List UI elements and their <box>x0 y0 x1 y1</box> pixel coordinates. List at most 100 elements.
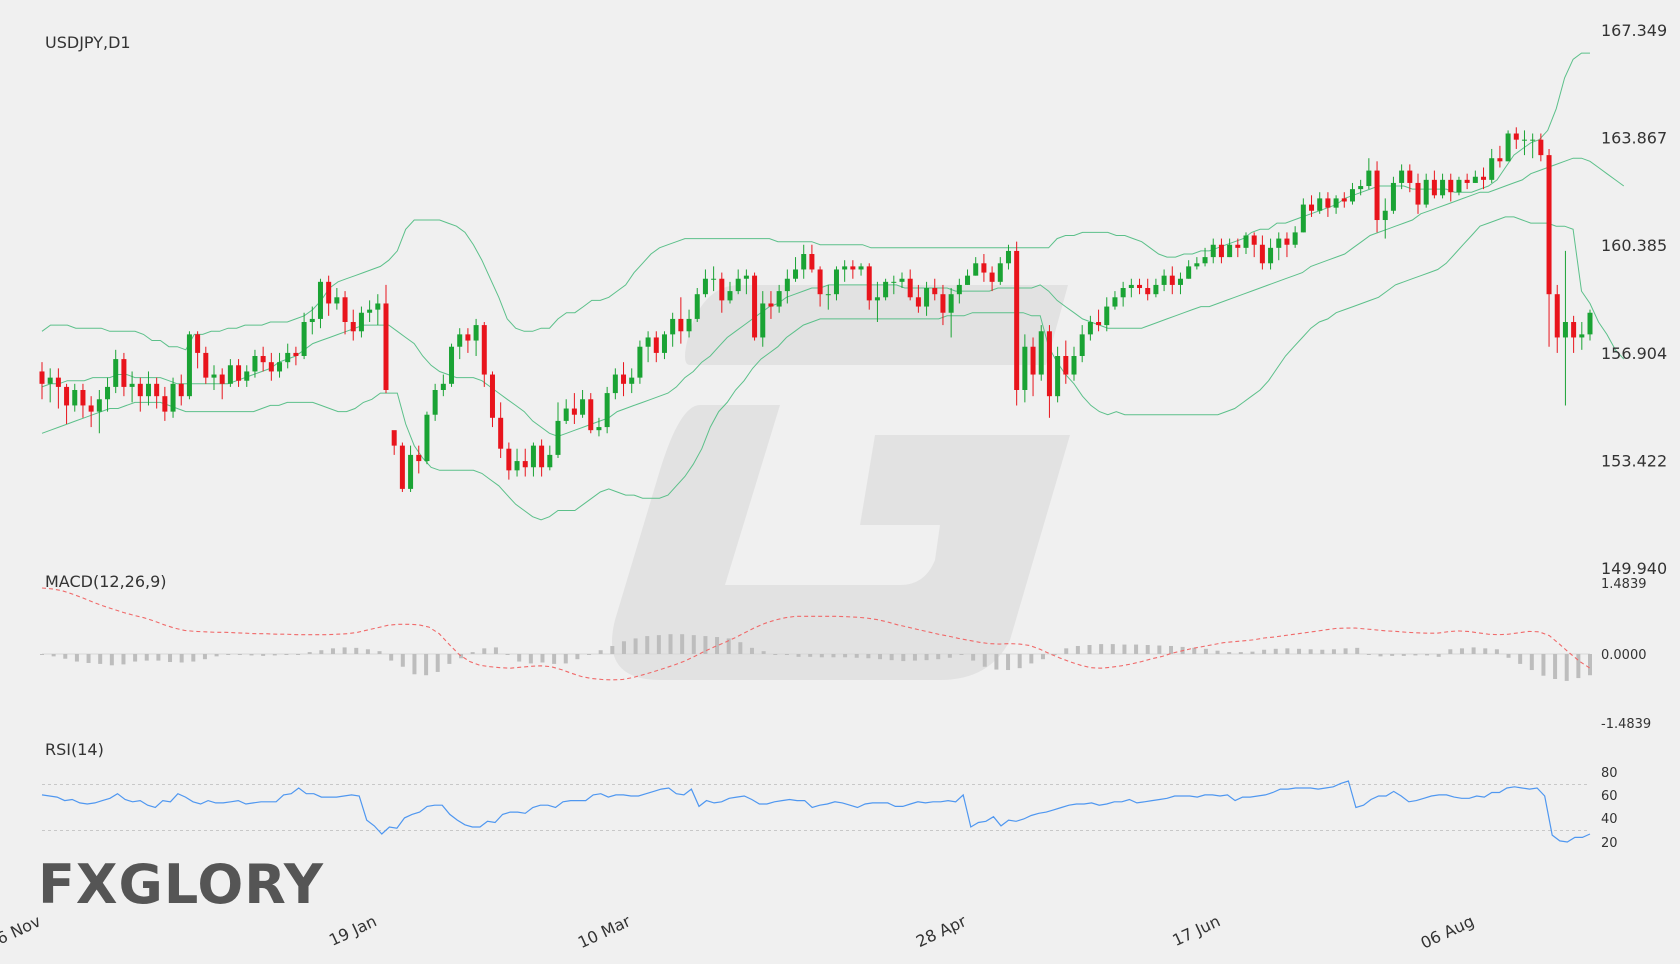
price-y-tick-label: 156.904 <box>1601 344 1667 363</box>
x-axis-date-label: 17 Jun <box>1169 911 1223 950</box>
candle-body <box>530 445 536 468</box>
candle-body <box>645 337 651 347</box>
macd-histogram-bar <box>272 654 277 656</box>
candle-body <box>236 365 242 381</box>
candle-body <box>64 386 70 406</box>
candle <box>1464 173 1470 190</box>
candle <box>637 340 643 384</box>
candle <box>1079 325 1085 363</box>
candle-body <box>653 337 659 353</box>
candle-body <box>768 303 774 307</box>
candle-body <box>940 294 946 313</box>
candle <box>465 328 471 353</box>
macd-histogram-bar <box>1075 645 1080 654</box>
candle-body <box>1210 244 1216 258</box>
candle <box>1333 195 1339 214</box>
macd-histogram-bar <box>668 634 673 654</box>
macd-histogram-bar <box>63 654 68 659</box>
candle-body <box>580 399 586 415</box>
price-y-tick-label: 160.385 <box>1601 236 1667 255</box>
macd-histogram-bar <box>98 654 103 664</box>
candle-body <box>1145 288 1151 295</box>
candle-body <box>1317 198 1323 211</box>
candle-body <box>997 263 1003 282</box>
rsi-y-tick-label: 20 <box>1601 836 1618 851</box>
candle <box>227 359 233 387</box>
candle <box>399 442 405 492</box>
candle-body <box>514 461 520 471</box>
candle <box>293 346 299 366</box>
candle-body <box>416 454 422 462</box>
x-axis-date-label: 26 Nov <box>0 911 44 952</box>
candle <box>236 359 242 387</box>
candle-body <box>1284 238 1290 245</box>
candle-body <box>965 275 971 285</box>
candle <box>506 442 512 480</box>
candle <box>711 266 717 292</box>
macd-histogram-bar <box>1425 654 1430 656</box>
candle-body <box>752 275 758 338</box>
candle <box>1317 192 1323 214</box>
macd-histogram-bar <box>1588 654 1592 676</box>
macd-histogram-bar <box>819 654 824 658</box>
candle-body <box>203 352 209 378</box>
candle <box>571 393 577 424</box>
candle <box>1390 176 1396 214</box>
macd-histogram-bar <box>319 650 324 654</box>
x-axis-date-label: 19 Jan <box>326 911 379 949</box>
candle-body <box>1161 275 1167 285</box>
candle <box>1161 269 1167 292</box>
candle-body <box>825 294 831 296</box>
chart-canvas: USDJPY,D1 MACD(12,26,9) RSI(14) 167.349 163.… <box>0 21 1667 953</box>
candle <box>1145 278 1151 301</box>
candle <box>1218 238 1224 264</box>
candle <box>1259 235 1265 270</box>
candle-body <box>440 383 446 390</box>
candle <box>547 445 553 471</box>
candle <box>842 260 848 282</box>
candle-body <box>408 454 414 489</box>
candle-body <box>1137 284 1143 289</box>
candle-body <box>1259 244 1265 264</box>
macd-histogram-bar <box>738 642 743 654</box>
candle <box>211 365 217 390</box>
macd-y-tick-label: 1.4839 <box>1601 577 1647 592</box>
macd-histogram-bar <box>994 654 999 670</box>
candle-body <box>1530 139 1536 141</box>
macd-histogram-bar <box>959 654 964 655</box>
candle-body <box>326 281 332 304</box>
candle-body <box>563 408 569 421</box>
rsi-y-tick-label: 60 <box>1601 789 1618 804</box>
candle <box>154 377 160 409</box>
candle <box>449 343 455 387</box>
candle <box>1497 145 1503 168</box>
macd-histogram-bar <box>482 648 487 654</box>
macd-histogram-bar <box>1168 645 1173 654</box>
candle-body <box>1366 170 1372 187</box>
candle-body <box>47 377 53 384</box>
macd-histogram-bar <box>342 647 347 654</box>
macd-histogram-bar <box>1297 648 1302 654</box>
candle <box>1415 173 1421 214</box>
macd-histogram-bar <box>493 647 498 654</box>
macd-histogram-bar <box>1459 648 1464 654</box>
macd-histogram-bar <box>365 649 370 654</box>
macd-histogram-bar <box>1483 648 1488 654</box>
macd-histogram-bar <box>179 654 184 663</box>
candle <box>1046 325 1052 418</box>
macd-histogram-bar <box>51 654 56 657</box>
macd-histogram-bar <box>1553 654 1558 680</box>
candle <box>735 269 741 295</box>
candle <box>973 257 979 276</box>
macd-histogram-bar <box>1134 644 1139 654</box>
candle <box>121 352 127 397</box>
x-axis-date-label: 10 Mar <box>575 911 634 952</box>
macd-histogram-bar <box>1471 647 1476 654</box>
candle-body <box>121 359 127 387</box>
candle <box>670 312 676 347</box>
candle-body <box>637 346 643 378</box>
macd-histogram-bar <box>1227 652 1232 654</box>
candle <box>1096 309 1102 332</box>
candle <box>1587 309 1593 341</box>
candle <box>1571 315 1577 353</box>
